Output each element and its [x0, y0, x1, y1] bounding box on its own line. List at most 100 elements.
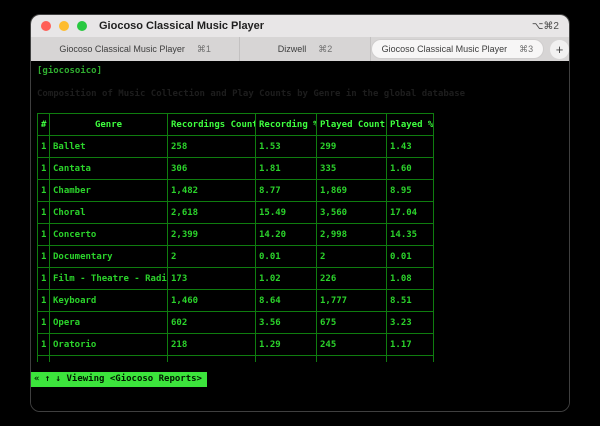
- tab-giocoso-3-active[interactable]: Giocoso Classical Music Player ⌘3: [371, 40, 544, 58]
- table-cell: 2,618: [167, 201, 256, 224]
- tab-shortcut: ⌘3: [519, 43, 534, 54]
- table-cell: Film - Theatre - Radio: [49, 267, 168, 290]
- window-title: Giocoso Classical Music Player: [99, 20, 265, 32]
- table-cell: 1,482: [167, 179, 256, 202]
- table-row: 1 Film - Theatre - Radio 173 1.02 226 1.08: [37, 267, 434, 290]
- table-row: 1 Choral 2,618 15.49 3,560 17.04: [37, 201, 434, 224]
- table-cell: 2,399: [167, 223, 256, 246]
- table-cell: 2: [167, 245, 256, 268]
- table-cell: 1: [37, 311, 50, 334]
- table-cell: 3.56: [255, 311, 317, 334]
- report-subtitle: Composition of Music Collection and Play…: [37, 89, 466, 99]
- table-row: 1 Concerto 2,399 14.20 2,998 14.35: [37, 223, 434, 246]
- table-cell: 14.20: [255, 223, 317, 246]
- terminal-prompt: [giocosoico]: [37, 66, 103, 76]
- table-cell: 1.08: [386, 267, 434, 290]
- table-cell: 1,460: [167, 289, 256, 312]
- table-cell: 8.51: [386, 289, 434, 312]
- status-bar: « ↑ ↓ Viewing <Giocoso Reports>: [31, 372, 207, 387]
- table-row: 1 Opera 602 3.56 675 3.23: [37, 311, 434, 334]
- table-cell: 218: [167, 333, 256, 356]
- table-cell: 8.77: [255, 179, 317, 202]
- new-tab-button[interactable]: +: [550, 39, 569, 59]
- table-cell: 15.49: [255, 201, 317, 224]
- table-cell: 173: [167, 267, 256, 290]
- partial-row: [37, 355, 434, 362]
- table-cell: 0.01: [255, 245, 317, 268]
- column-header: Recording %: [255, 113, 317, 136]
- table-cell: 1.02: [255, 267, 317, 290]
- table-row: 1 Ballet 258 1.53 299 1.43: [37, 135, 434, 158]
- table-cell: [255, 355, 317, 362]
- table-cell: [37, 355, 50, 362]
- table-cell: Chamber: [49, 179, 168, 202]
- table-cell: 1.29: [255, 333, 317, 356]
- tab-shortcut: ⌘2: [318, 43, 333, 54]
- table-row: 1 Oratorio 218 1.29 245 1.17: [37, 333, 434, 356]
- terminal-window: Giocoso Classical Music Player ⌥⌘2 Gioco…: [30, 14, 570, 412]
- genre-report-table: # Genre Recordings Count Recording % Played …: [37, 113, 435, 376]
- table-cell: 602: [167, 311, 256, 334]
- table-cell: 245: [316, 333, 387, 356]
- table-cell: 1: [37, 223, 50, 246]
- table-cell: 1: [37, 201, 50, 224]
- table-cell: Cantata: [49, 157, 168, 180]
- table-row: 1 Cantata 306 1.81 335 1.60: [37, 157, 434, 180]
- table-cell: 1.43: [386, 135, 434, 158]
- table-cell: 1: [37, 135, 50, 158]
- terminal-content[interactable]: [giocosoico] Composition of Music Collec…: [31, 61, 569, 411]
- table-cell: 2: [316, 245, 387, 268]
- table-cell: 1: [37, 179, 50, 202]
- table-cell: 3,560: [316, 201, 387, 224]
- table-cell: 17.04: [386, 201, 434, 224]
- tab-shortcut: ⌘1: [196, 43, 211, 54]
- table-cell: 299: [316, 135, 387, 158]
- tab-giocoso-1[interactable]: Giocoso Classical Music Player ⌘1: [31, 37, 241, 61]
- table-cell: 1,869: [316, 179, 387, 202]
- tab-bar: Giocoso Classical Music Player ⌘1 Dizwel…: [31, 37, 569, 62]
- table-cell: 1: [37, 333, 50, 356]
- table-cell: 8.64: [255, 289, 317, 312]
- table-cell: Concerto: [49, 223, 168, 246]
- column-header: Played Count: [316, 113, 387, 136]
- table-row: 1 Documentary 2 0.01 2 0.01: [37, 245, 434, 268]
- column-header: Genre: [49, 113, 168, 136]
- table-cell: 1: [37, 267, 50, 290]
- table-cell: 1.17: [386, 333, 434, 356]
- table-cell: 226: [316, 267, 387, 290]
- table-cell: 306: [167, 157, 256, 180]
- table-cell: 3.23: [386, 311, 434, 334]
- table-cell: 1: [37, 245, 50, 268]
- tab-dizwell[interactable]: Dizwell ⌘2: [240, 37, 371, 61]
- table-header-row: # Genre Recordings Count Recording % Played …: [37, 113, 434, 136]
- tab-label: Giocoso Classical Music Player: [381, 44, 508, 54]
- zoom-button[interactable]: [77, 21, 87, 31]
- minimize-button[interactable]: [59, 21, 69, 31]
- table-cell: 1,777: [316, 289, 387, 312]
- table-cell: 1.81: [255, 157, 317, 180]
- table-cell: 1.53: [255, 135, 317, 158]
- table-row: 1 Keyboard 1,460 8.64 1,777 8.51: [37, 289, 434, 312]
- table-cell: Documentary: [49, 245, 168, 268]
- table-cell: 2,998: [316, 223, 387, 246]
- table-cell: [49, 355, 168, 362]
- table-cell: [167, 355, 256, 362]
- table-cell: Choral: [49, 201, 168, 224]
- table-cell: 8.95: [386, 179, 434, 202]
- table-cell: 258: [167, 135, 256, 158]
- table-cell: 0.01: [386, 245, 434, 268]
- table-cell: 335: [316, 157, 387, 180]
- table-cell: Ballet: [49, 135, 168, 158]
- column-header: Played %: [386, 113, 434, 136]
- table-cell: 1: [37, 289, 50, 312]
- table-cell: Opera: [49, 311, 168, 334]
- table-cell: 675: [316, 311, 387, 334]
- table-cell: Keyboard: [49, 289, 168, 312]
- close-button[interactable]: [41, 21, 51, 31]
- table-cell: [386, 355, 434, 362]
- column-header: #: [37, 113, 50, 136]
- table-cell: 1.60: [386, 157, 434, 180]
- table-cell: 14.35: [386, 223, 434, 246]
- title-bar[interactable]: Giocoso Classical Music Player ⌥⌘2: [31, 15, 569, 37]
- traffic-lights: [41, 21, 87, 31]
